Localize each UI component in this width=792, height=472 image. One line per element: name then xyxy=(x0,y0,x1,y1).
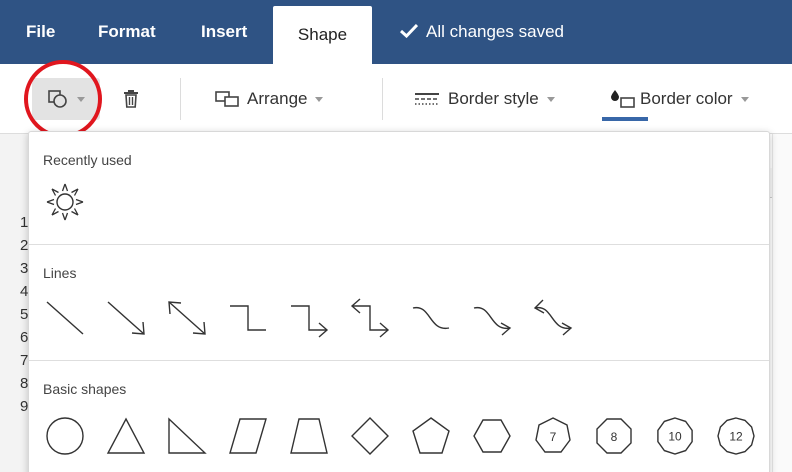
octagon-icon[interactable]: 8 xyxy=(592,414,636,458)
border-style-button[interactable]: Border style xyxy=(414,78,555,120)
menu-file[interactable]: File xyxy=(26,0,55,64)
arrow-icon[interactable] xyxy=(104,296,148,340)
border-color-swatch xyxy=(602,117,648,121)
curved-connector-icon[interactable] xyxy=(409,296,453,340)
sheet-row-numbers: 1 2 3 4 5 6 7 8 9 xyxy=(0,134,30,472)
highlight-circle xyxy=(24,60,102,138)
hexagon-icon[interactable] xyxy=(470,414,514,458)
save-status: All changes saved xyxy=(399,0,564,64)
sheet-right-area xyxy=(772,134,792,472)
section-title-recently-used: Recently used xyxy=(43,152,132,168)
dodecagon-icon[interactable]: 12 xyxy=(714,414,758,458)
chevron-down-icon xyxy=(546,96,555,102)
elbow-arrow-icon[interactable] xyxy=(287,296,331,340)
sun-icon[interactable] xyxy=(43,180,87,224)
toolbar-divider xyxy=(382,78,383,120)
checkmark-icon xyxy=(399,23,419,38)
menu-format[interactable]: Format xyxy=(98,0,156,64)
arrange-icon xyxy=(215,91,239,107)
heptagon-label: 7 xyxy=(550,430,557,444)
decagon-label: 10 xyxy=(668,430,682,444)
menu-shape-tab[interactable]: Shape xyxy=(273,6,372,64)
shape-picker-dropdown: Recently used Lines Basic shapes 7 8 10 … xyxy=(28,131,770,472)
arrange-label: Arrange xyxy=(247,89,308,108)
circle-icon[interactable] xyxy=(43,414,87,458)
diamond-icon[interactable] xyxy=(348,414,392,458)
dodecagon-label: 12 xyxy=(729,430,743,444)
save-status-text: All changes saved xyxy=(426,22,564,41)
section-divider xyxy=(29,360,769,361)
right-triangle-icon[interactable] xyxy=(165,414,209,458)
border-color-icon xyxy=(611,90,635,108)
parallelogram-icon[interactable] xyxy=(226,414,270,458)
chevron-down-icon xyxy=(315,96,324,102)
border-style-label: Border style xyxy=(448,89,539,108)
elbow-double-arrow-icon[interactable] xyxy=(348,296,392,340)
section-title-basic-shapes: Basic shapes xyxy=(43,381,127,397)
section-title-lines: Lines xyxy=(43,265,77,281)
decagon-icon[interactable]: 10 xyxy=(653,414,697,458)
toolbar-divider xyxy=(180,78,181,120)
pentagon-icon[interactable] xyxy=(409,414,453,458)
menu-insert[interactable]: Insert xyxy=(201,0,247,64)
menu-bar: File Format Insert Shape All changes sav… xyxy=(0,0,792,64)
arrange-button[interactable]: Arrange xyxy=(215,78,324,120)
trapezoid-icon[interactable] xyxy=(287,414,331,458)
double-arrow-icon[interactable] xyxy=(165,296,209,340)
border-color-button[interactable]: Border color xyxy=(610,78,749,120)
delete-button[interactable] xyxy=(122,78,140,120)
line-icon[interactable] xyxy=(43,296,87,340)
curved-arrow-icon[interactable] xyxy=(470,296,514,340)
triangle-icon[interactable] xyxy=(104,414,148,458)
curved-double-arrow-icon[interactable] xyxy=(531,296,575,340)
section-divider xyxy=(29,244,769,245)
trash-icon xyxy=(124,90,138,108)
toolbar: Arrange Border style Border color xyxy=(0,64,792,134)
menu-shape-label: Shape xyxy=(297,25,348,44)
heptagon-icon[interactable]: 7 xyxy=(531,414,575,458)
border-style-icon xyxy=(415,93,439,105)
border-color-label: Border color xyxy=(640,89,733,108)
octagon-label: 8 xyxy=(611,430,618,444)
elbow-connector-icon[interactable] xyxy=(226,296,270,340)
chevron-down-icon xyxy=(740,96,749,102)
